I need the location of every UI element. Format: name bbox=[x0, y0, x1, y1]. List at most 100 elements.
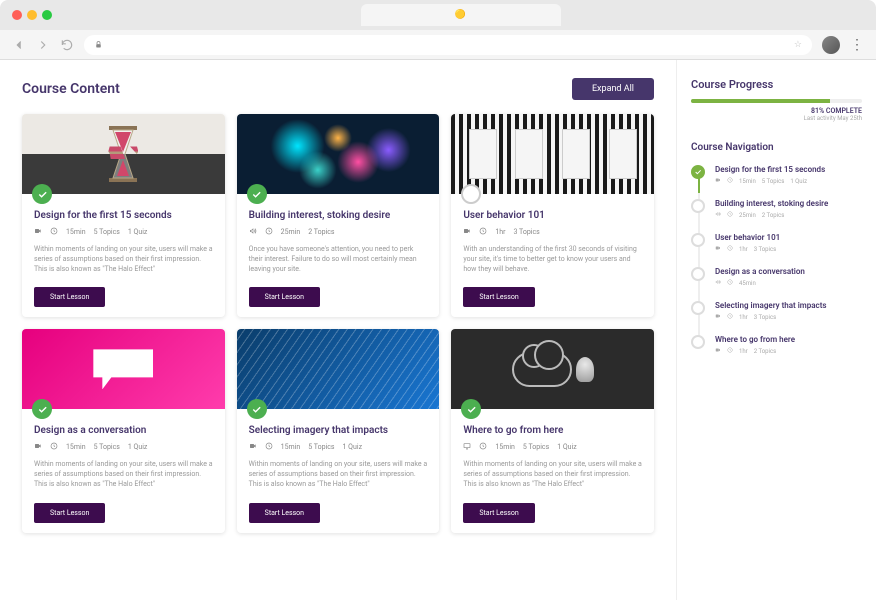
course-duration: 15min bbox=[281, 443, 301, 451]
video-icon bbox=[249, 442, 257, 452]
video-icon bbox=[34, 442, 42, 452]
start-lesson-button[interactable]: Start Lesson bbox=[249, 503, 320, 523]
complete-badge bbox=[32, 184, 52, 204]
lock-icon bbox=[94, 40, 103, 49]
course-title: Design for the first 15 seconds bbox=[34, 210, 213, 221]
nav-dot bbox=[691, 267, 705, 281]
course-topics: 5 Topics bbox=[94, 228, 120, 236]
nav-topics: 2 Topics bbox=[754, 348, 777, 355]
course-card[interactable]: Where to go from here15min5 Topics1 Quiz… bbox=[451, 329, 654, 532]
course-card[interactable]: Design for the first 15 seconds 15min5 To… bbox=[22, 114, 225, 317]
course-thumbnail bbox=[237, 329, 440, 409]
star-icon[interactable]: ☆ bbox=[794, 40, 802, 50]
course-meta: 15min5 Topics1 Quiz bbox=[34, 227, 213, 237]
nav-item[interactable]: User behavior 1011hr3 Topics bbox=[691, 233, 862, 253]
course-duration: 25min bbox=[281, 228, 301, 236]
clock-icon bbox=[50, 442, 58, 452]
nav-item-meta: 1hr 3 Topics bbox=[715, 313, 862, 321]
profile-avatar[interactable] bbox=[822, 36, 840, 54]
nav-item-meta: 15min5 Topics1 Quiz bbox=[715, 177, 862, 185]
back-icon[interactable] bbox=[12, 38, 26, 52]
video-icon bbox=[715, 347, 721, 355]
chrome-icon: 🟡 bbox=[455, 10, 466, 20]
progress-bar bbox=[691, 99, 862, 103]
nav-dot bbox=[691, 233, 705, 247]
nav-item-title: Building interest, stoking desire bbox=[715, 199, 862, 208]
audio-icon bbox=[715, 211, 721, 219]
course-thumbnail bbox=[237, 114, 440, 194]
window-close-dot[interactable] bbox=[12, 10, 22, 20]
course-title: Design as a conversation bbox=[34, 425, 213, 436]
page-title: Course Content bbox=[22, 81, 120, 97]
video-icon bbox=[715, 245, 721, 253]
course-duration: 1hr bbox=[495, 228, 505, 236]
nav-item[interactable]: Where to go from here 1hr 2 Topics bbox=[691, 335, 862, 355]
nav-duration: 1hr bbox=[739, 314, 748, 321]
course-topics: 2 Topics bbox=[308, 228, 334, 236]
expand-all-button[interactable]: Expand All bbox=[572, 78, 654, 100]
reload-icon[interactable] bbox=[60, 38, 74, 52]
course-topics: 3 Topics bbox=[514, 228, 540, 236]
window-min-dot[interactable] bbox=[27, 10, 37, 20]
nav-quiz: 1 Quiz bbox=[790, 178, 807, 185]
course-card[interactable]: Selecting imagery that impacts15min5 Top… bbox=[237, 329, 440, 532]
nav-duration: 25min bbox=[739, 212, 756, 219]
course-duration: 15min bbox=[495, 443, 515, 451]
clock-icon bbox=[727, 211, 733, 219]
course-meta: 15min5 Topics1 Quiz bbox=[463, 442, 642, 452]
course-card[interactable]: Building interest, stoking desire 25min 2 … bbox=[237, 114, 440, 317]
course-grid: Design for the first 15 seconds15min5 To… bbox=[22, 114, 654, 533]
start-lesson-button[interactable]: Start Lesson bbox=[34, 287, 105, 307]
complete-badge bbox=[247, 184, 267, 204]
nav-item-meta: 1hr3 Topics bbox=[715, 245, 862, 253]
clock-icon bbox=[50, 227, 58, 237]
nav-dot bbox=[691, 301, 705, 315]
forward-icon[interactable] bbox=[36, 38, 50, 52]
course-topics: 5 Topics bbox=[308, 443, 334, 451]
course-meta: 25min 2 Topics bbox=[249, 227, 428, 237]
nav-title: Course Navigation bbox=[691, 142, 862, 153]
nav-item[interactable]: Design for the first 15 seconds15min5 To… bbox=[691, 165, 862, 185]
menu-icon[interactable]: ⋮ bbox=[850, 37, 864, 53]
clock-icon bbox=[265, 227, 273, 237]
clock-icon bbox=[727, 245, 733, 253]
start-lesson-button[interactable]: Start Lesson bbox=[34, 503, 105, 523]
nav-item-title: Design as a conversation bbox=[715, 267, 862, 276]
course-title: User behavior 101 bbox=[463, 210, 642, 221]
nav-item[interactable]: Building interest, stoking desire 25min 2 … bbox=[691, 199, 862, 219]
clock-icon bbox=[265, 442, 273, 452]
video-icon bbox=[715, 313, 721, 321]
nav-item-meta: 45min bbox=[715, 279, 862, 287]
course-thumbnail bbox=[451, 114, 654, 194]
start-lesson-button[interactable]: Start Lesson bbox=[463, 503, 534, 523]
course-card[interactable]: User behavior 101 1hr 3 Topics With an unde… bbox=[451, 114, 654, 317]
nav-item[interactable]: Design as a conversation 45min bbox=[691, 267, 862, 287]
course-description: Within moments of landing on your site, … bbox=[34, 245, 213, 274]
course-thumbnail bbox=[22, 114, 225, 194]
nav-dot bbox=[691, 199, 705, 213]
course-meta: 15min5 Topics1 Quiz bbox=[249, 442, 428, 452]
course-title: Building interest, stoking desire bbox=[249, 210, 428, 221]
nav-topics: 2 Topics bbox=[762, 212, 785, 219]
window-max-dot[interactable] bbox=[42, 10, 52, 20]
course-description: Within moments of landing on your site, … bbox=[463, 460, 642, 489]
course-card[interactable]: Design as a conversation15min5 Topics1 Q… bbox=[22, 329, 225, 532]
address-bar[interactable]: ☆ bbox=[84, 35, 812, 55]
nav-topics: 3 Topics bbox=[754, 314, 777, 321]
nav-item-meta: 1hr 2 Topics bbox=[715, 347, 862, 355]
start-lesson-button[interactable]: Start Lesson bbox=[249, 287, 320, 307]
sidebar: Course Progress 81% COMPLETE Last activi… bbox=[676, 60, 876, 600]
nav-duration: 1hr bbox=[739, 348, 748, 355]
audio-icon bbox=[249, 227, 257, 237]
screen-icon bbox=[463, 442, 471, 452]
start-lesson-button[interactable]: Start Lesson bbox=[463, 287, 534, 307]
nav-dot bbox=[691, 335, 705, 349]
nav-dot-done bbox=[691, 165, 705, 179]
nav-item[interactable]: Selecting imagery that impacts1hr3 Topic… bbox=[691, 301, 862, 321]
clock-icon bbox=[727, 279, 733, 287]
course-description: With an understanding of the first 30 se… bbox=[463, 245, 642, 274]
browser-tab[interactable]: 🟡 bbox=[361, 4, 561, 26]
nav-topics: 5 Topics bbox=[762, 178, 785, 185]
progress-title: Course Progress bbox=[691, 78, 862, 91]
nav-item-title: Where to go from here bbox=[715, 335, 862, 344]
